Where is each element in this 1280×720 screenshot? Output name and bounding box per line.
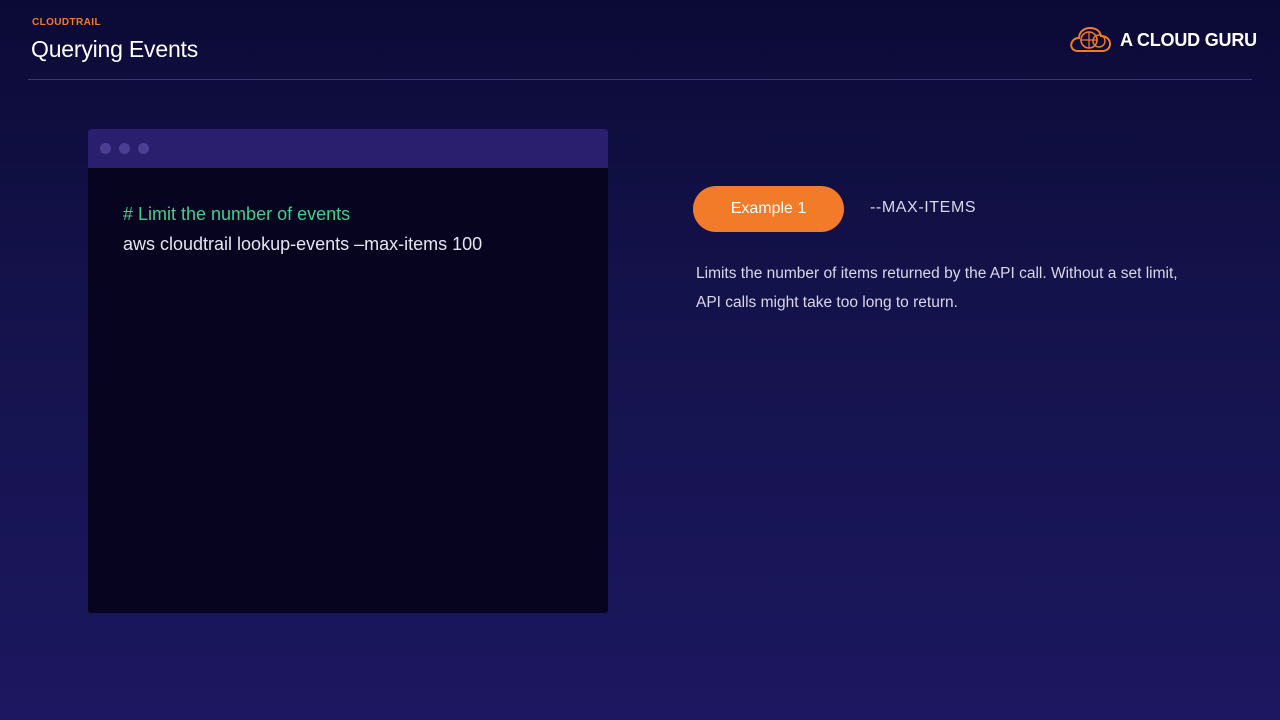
window-dot-icon bbox=[100, 143, 111, 154]
terminal-title-bar bbox=[88, 129, 608, 168]
code-comment: # Limit the number of events bbox=[123, 204, 351, 224]
terminal-body: # Limit the number of events aws cloudtr… bbox=[88, 168, 608, 613]
code-command: aws cloudtrail lookup-events –max-items … bbox=[123, 234, 483, 254]
flag-label: --MAX-ITEMS bbox=[870, 199, 977, 216]
example-badge: Example 1 bbox=[693, 186, 844, 232]
window-dot-icon bbox=[119, 143, 130, 154]
header-divider bbox=[28, 79, 1252, 80]
brand-logo: A CLOUD GURU bbox=[1069, 26, 1257, 54]
logo-text: A CLOUD GURU bbox=[1120, 29, 1257, 50]
section-label: CLOUDTRAIL bbox=[32, 17, 101, 28]
terminal-window: # Limit the number of events aws cloudtr… bbox=[88, 129, 608, 613]
page-title: Querying Events bbox=[31, 36, 199, 62]
example-description: Limits the number of items returned by t… bbox=[696, 265, 1178, 311]
slide-header: CLOUDTRAIL Querying Events A CLOUD GURU bbox=[0, 0, 1280, 80]
cloud-logo-icon bbox=[1069, 26, 1111, 54]
window-dot-icon bbox=[138, 143, 149, 154]
